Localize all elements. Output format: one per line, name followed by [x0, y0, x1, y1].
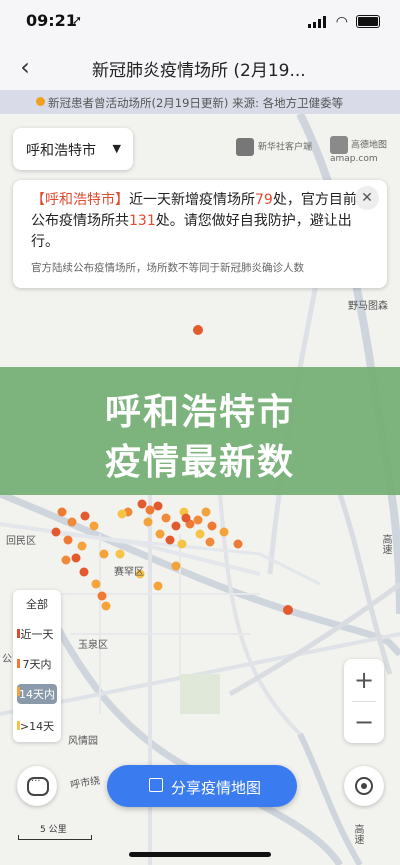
zoom-control: + −	[344, 659, 384, 743]
city-label: 呼和浩特市	[26, 143, 96, 159]
share-map-button[interactable]: 分享疫情地图	[107, 765, 297, 807]
source-banner: 新冠患者曾活动场所(2月19日更新) 来源: 各地方卫健委等	[0, 90, 400, 114]
wifi-icon: ◠	[335, 14, 348, 30]
signal-icon	[308, 16, 328, 28]
dropdown-arrow-icon: ▼	[112, 142, 121, 155]
headline-line-2: 疫情最新数	[104, 442, 295, 483]
alert-card: 【呼和浩特市】近一天新增疫情场所79处，官方目前公布疫情场所共131处。请您做好…	[13, 180, 387, 288]
locate-button[interactable]	[344, 766, 384, 806]
zoom-in-button[interactable]: +	[344, 659, 384, 701]
status-bar: 09:21 ➚ ◠	[0, 0, 400, 44]
chat-icon	[27, 776, 49, 796]
amap-logo: 高德地图 amap.com	[330, 136, 400, 164]
legend-item-7days[interactable]: 7天内	[17, 656, 57, 672]
banner-text: 新冠患者曾活动场所(2月19日更新) 来源: 各地方卫健委等	[48, 96, 344, 110]
back-button[interactable]: ‹	[10, 50, 40, 84]
zoom-out-button[interactable]: −	[344, 701, 384, 743]
legend-item-14days[interactable]: 14天内	[17, 684, 57, 704]
time-filter-legend: 全部 近一天 7天内 14天内 >14天	[13, 590, 61, 742]
home-indicator	[129, 852, 271, 857]
share-label: 分享疫情地图	[171, 779, 262, 797]
page-title: 新冠肺炎疫情场所 (2月19...	[92, 61, 306, 81]
location-arrow-icon: ➚	[72, 13, 83, 27]
city-dropdown[interactable]: 呼和浩特市 ▼	[13, 128, 133, 170]
alert-message: 【呼和浩特市】近一天新增疫情场所79处，官方目前公布疫情场所共131处。请您做好…	[31, 192, 357, 250]
legend-item-over14[interactable]: >14天	[17, 718, 57, 734]
battery-icon	[356, 15, 380, 28]
xinhua-logo: 新华社客户端	[236, 138, 312, 156]
headline-overlay: 呼和浩特市 疫情最新数	[0, 367, 400, 495]
legend-item-all[interactable]: 全部	[17, 596, 57, 612]
status-time: 09:21	[26, 11, 77, 30]
chat-button[interactable]	[17, 766, 57, 806]
map-label-huimin: 回民区	[6, 536, 36, 547]
locate-icon	[355, 777, 373, 795]
nav-bar: ‹ 新冠肺炎疫情场所 (2月19...	[0, 44, 400, 91]
map-label-yema: 野马图森	[348, 301, 388, 312]
map-label-saihan: 赛罕区	[114, 567, 144, 578]
alert-note: 官方陆续公布疫情场所，场所数不等同于新冠肺炎确诊人数	[31, 262, 304, 274]
legend-item-1day[interactable]: 近一天	[17, 626, 57, 642]
close-icon[interactable]: ✕	[355, 186, 379, 210]
map-label-gaosu1: 高速	[380, 534, 391, 554]
map-label-yuquan: 玉泉区	[78, 640, 108, 651]
map-label-fengqing: 风情园	[68, 736, 98, 747]
headline-line-1: 呼和浩特市	[104, 392, 295, 433]
status-dot-icon	[36, 97, 45, 106]
map-label-gong: 公	[2, 654, 12, 665]
map-label-gaosu2: 高速	[352, 824, 363, 844]
share-icon	[149, 778, 163, 792]
